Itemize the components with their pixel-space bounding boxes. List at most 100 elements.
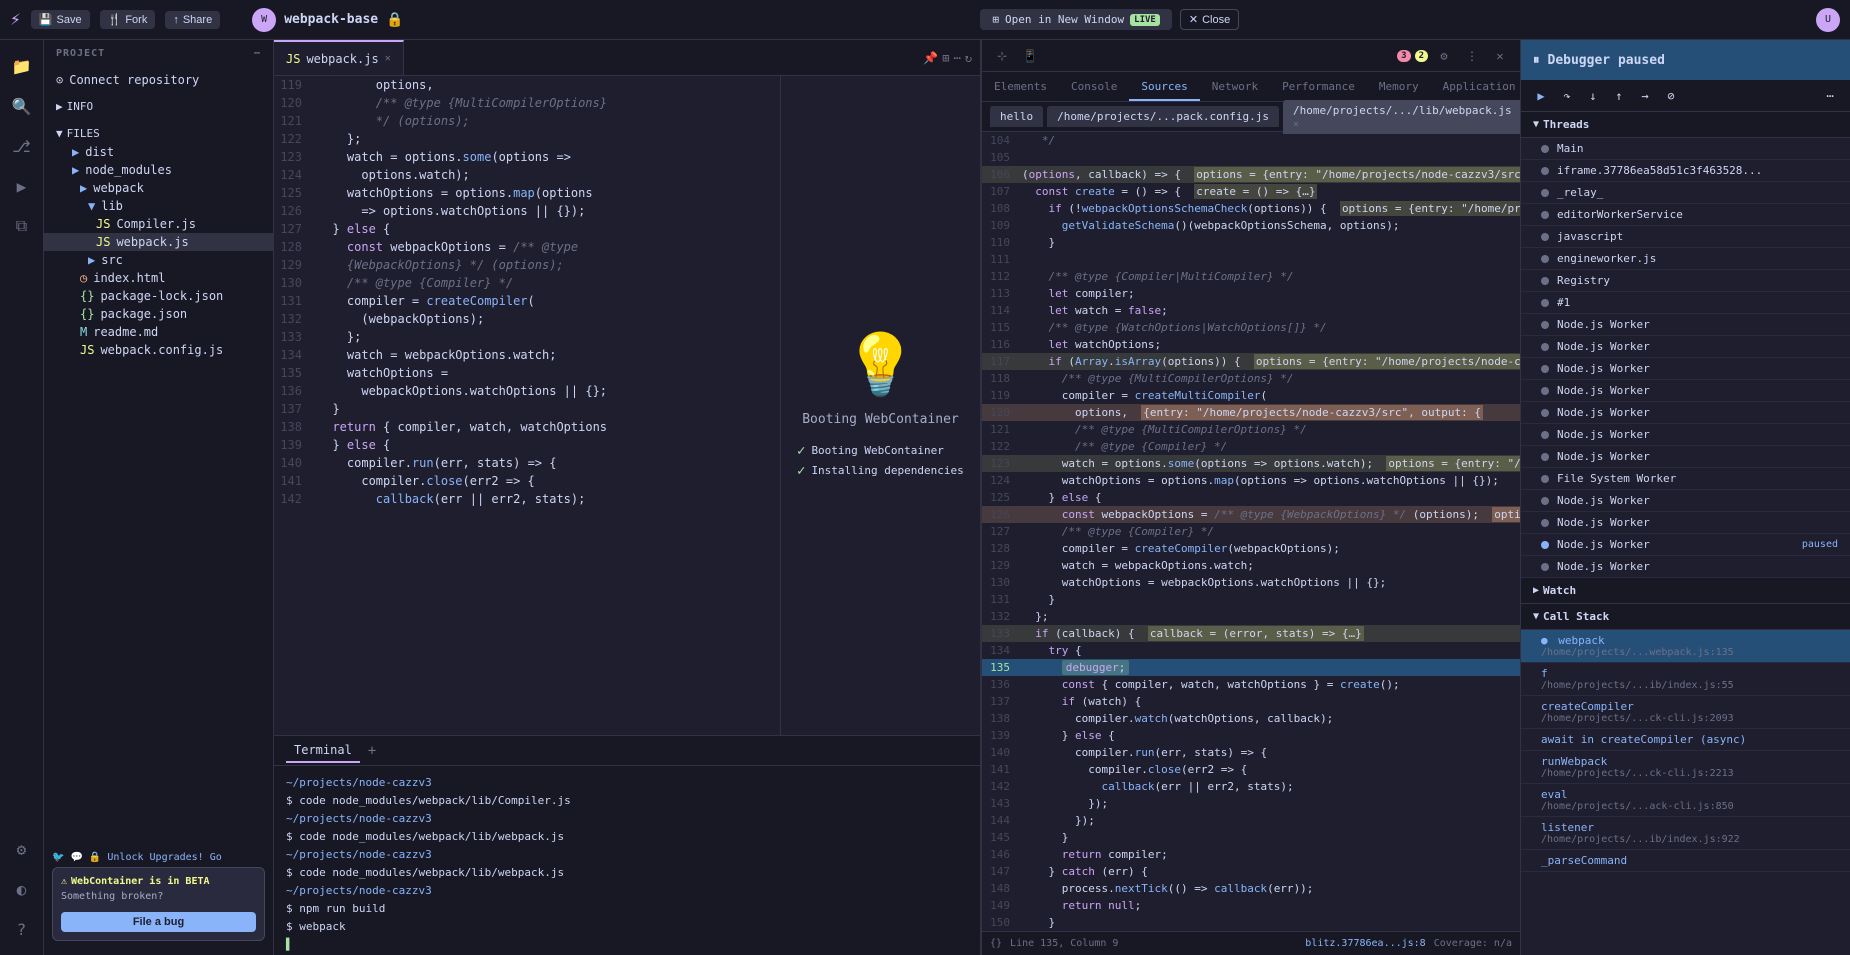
thread-item-hash1[interactable]: #1: [1521, 292, 1850, 314]
thread-item-nodejs1[interactable]: Node.js Worker: [1521, 314, 1850, 336]
tab-network[interactable]: Network: [1200, 74, 1270, 101]
url-tab-config[interactable]: /home/projects/...pack.config.js: [1047, 106, 1279, 127]
tab-elements[interactable]: Elements: [982, 74, 1059, 101]
url-tab-webpack[interactable]: /home/projects/.../lib/webpack.js ✕: [1283, 100, 1520, 134]
tab-console[interactable]: Console: [1059, 74, 1129, 101]
tree-item-webpack-js[interactable]: JS webpack.js: [44, 233, 273, 251]
thread-item-nodejs10[interactable]: Node.js Worker: [1521, 556, 1850, 578]
refresh-icon[interactable]: ↻: [965, 51, 972, 65]
connect-repo-button[interactable]: ⊙ Connect repository: [44, 67, 273, 93]
devtools-code-content[interactable]: 104 */ 105 106 (options, callback) => { …: [982, 132, 1520, 931]
tree-item-lib[interactable]: ▼ lib: [44, 197, 273, 215]
tab-performance[interactable]: Performance: [1270, 74, 1367, 101]
thread-item-nodejs8[interactable]: Node.js Worker: [1521, 490, 1850, 512]
activity-search[interactable]: 🔍: [4, 88, 40, 124]
activity-theme[interactable]: ◐: [4, 871, 40, 907]
url-tab-close[interactable]: ✕: [1293, 119, 1299, 130]
more-debug-button[interactable]: ⋯: [1818, 84, 1842, 108]
callstack-item-webpack[interactable]: ● webpack /home/projects/...webpack.js:1…: [1521, 630, 1850, 663]
devtools-settings-button[interactable]: ⚙: [1432, 44, 1456, 68]
sidebar-header-actions[interactable]: ⋯: [254, 48, 261, 59]
callstack-item-run-webpack[interactable]: runWebpack /home/projects/...ck-cli.js:2…: [1521, 751, 1850, 784]
devtools-mobile-button[interactable]: 📱: [1018, 44, 1042, 68]
tree-item-package-json[interactable]: {} package.json: [44, 305, 273, 323]
activity-extensions[interactable]: ⧉: [4, 208, 40, 244]
thread-item-nodejs6[interactable]: Node.js Worker: [1521, 424, 1850, 446]
terminal-add-button[interactable]: +: [368, 743, 376, 759]
devtools-more-button[interactable]: ⋮: [1460, 44, 1484, 68]
step-button[interactable]: →: [1633, 84, 1657, 108]
thread-item-main[interactable]: Main: [1521, 138, 1850, 160]
terminal-content[interactable]: ~/projects/node-cazzv3 $ code node_modul…: [274, 766, 980, 955]
activity-run-debug[interactable]: ▶: [4, 168, 40, 204]
tree-item-dist[interactable]: ▶ dist: [44, 143, 273, 161]
thread-item-filesystem[interactable]: File System Worker: [1521, 468, 1850, 490]
watch-section-header[interactable]: ▶ Watch: [1521, 578, 1850, 604]
tree-item-readme-md[interactable]: M readme.md: [44, 323, 273, 341]
deactivate-breakpoints-button[interactable]: ⊘: [1659, 84, 1683, 108]
thread-item-registry[interactable]: Registry: [1521, 270, 1850, 292]
sidebar-files-header[interactable]: ▼ FILES: [44, 124, 273, 143]
tree-item-index-html[interactable]: ◷ index.html: [44, 269, 273, 287]
activity-settings[interactable]: ⚙: [4, 831, 40, 867]
thread-item-nodejs9[interactable]: Node.js Worker: [1521, 512, 1850, 534]
callstack-item-parse-command[interactable]: _parseCommand: [1521, 850, 1850, 872]
more-icon[interactable]: ⋯: [954, 51, 961, 65]
close-button[interactable]: ✕ Close: [1180, 9, 1239, 30]
threads-section-header[interactable]: ▼ Threads: [1521, 112, 1850, 138]
tree-item-webpack-config[interactable]: JS webpack.config.js: [44, 341, 273, 359]
share-button[interactable]: ↑ Share: [165, 11, 220, 29]
thread-item-nodejs4[interactable]: Node.js Worker: [1521, 380, 1850, 402]
terminal-tab[interactable]: Terminal: [286, 739, 360, 763]
thread-item-engineworker[interactable]: engineworker.js: [1521, 248, 1850, 270]
thread-item-javascript[interactable]: javascript: [1521, 226, 1850, 248]
code-line: 121 */ (options);: [274, 112, 780, 130]
callstack-dot: ●: [1541, 634, 1548, 647]
pin-icon[interactable]: 📌: [923, 51, 938, 65]
devtools-inspect-button[interactable]: ⊹: [990, 44, 1014, 68]
sidebar-info-header[interactable]: ▶ INFO: [44, 97, 273, 116]
code-editor[interactable]: 119 options, 120 /** @type {MultiCompile…: [274, 76, 780, 735]
thread-item-iframe[interactable]: iframe.37786ea58d51c3f463528...: [1521, 160, 1850, 182]
callstack-item-create-compiler[interactable]: createCompiler /home/projects/...ck-cli.…: [1521, 696, 1850, 729]
sidebar-info-section: ▶ INFO: [44, 93, 273, 120]
devtools-close-button[interactable]: ✕: [1488, 44, 1512, 68]
fork-button[interactable]: 🍴 Fork: [100, 10, 156, 29]
thread-item-nodejs-paused[interactable]: Node.js Worker paused: [1521, 534, 1850, 556]
callstack-section-header[interactable]: ▼ Call Stack: [1521, 604, 1850, 630]
save-button[interactable]: 💾 Save: [31, 10, 90, 29]
activity-help[interactable]: ?: [4, 911, 40, 947]
url-tab-hello[interactable]: hello: [990, 106, 1043, 127]
blitz-ref[interactable]: blitz.37786ea...js:8: [1305, 938, 1425, 949]
callstack-item-f[interactable]: f /home/projects/...ib/index.js:55: [1521, 663, 1850, 696]
callstack-item-listener[interactable]: listener /home/projects/...ib/index.js:9…: [1521, 817, 1850, 850]
tab-memory[interactable]: Memory: [1367, 74, 1431, 101]
tree-item-src[interactable]: ▶ src: [44, 251, 273, 269]
step-over-button[interactable]: ↷: [1555, 84, 1579, 108]
thread-item-nodejs5[interactable]: Node.js Worker: [1521, 402, 1850, 424]
editor-tab-webpack-js[interactable]: JS webpack.js ✕: [274, 40, 404, 75]
activity-files[interactable]: 📁: [4, 48, 40, 84]
resume-button[interactable]: ▶: [1529, 84, 1553, 108]
tab-sources[interactable]: Sources: [1129, 74, 1199, 101]
file-bug-button[interactable]: File a bug: [61, 912, 256, 932]
tree-item-compiler-js[interactable]: JS Compiler.js: [44, 215, 273, 233]
activity-source-control[interactable]: ⎇: [4, 128, 40, 164]
tab-close-button[interactable]: ✕: [385, 53, 391, 64]
tree-item-node-modules[interactable]: ▶ node_modules: [44, 161, 273, 179]
callstack-item-eval[interactable]: eval /home/projects/...ack-cli.js:850: [1521, 784, 1850, 817]
tree-item-webpack[interactable]: ▶ webpack: [44, 179, 273, 197]
step-into-button[interactable]: ↓: [1581, 84, 1605, 108]
thread-item-nodejs3[interactable]: Node.js Worker: [1521, 358, 1850, 380]
split-icon[interactable]: ⊞: [942, 51, 949, 65]
open-new-window-button[interactable]: ⊞ Open in New Window LIVE: [980, 9, 1172, 30]
step-out-button[interactable]: ↑: [1607, 84, 1631, 108]
thread-item-editor-worker[interactable]: editorWorkerService: [1521, 204, 1850, 226]
thread-item-nodejs7[interactable]: Node.js Worker: [1521, 446, 1850, 468]
tab-application[interactable]: Application: [1431, 74, 1520, 101]
thread-status-dot: [1541, 299, 1549, 307]
thread-item-nodejs2[interactable]: Node.js Worker: [1521, 336, 1850, 358]
tree-item-package-lock[interactable]: {} package-lock.json: [44, 287, 273, 305]
thread-item-relay[interactable]: _relay_: [1521, 182, 1850, 204]
callstack-item-await-create-compiler[interactable]: await in createCompiler (async): [1521, 729, 1850, 751]
